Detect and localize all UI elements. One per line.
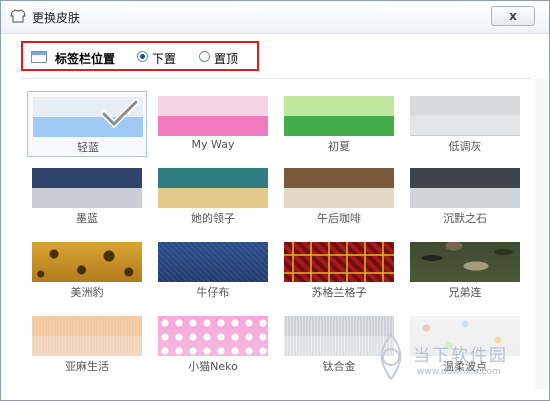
tab-position-group: 标签栏位置 下置 置顶	[21, 41, 259, 71]
skin-label: 低调灰	[448, 140, 482, 153]
linen-swatch	[32, 316, 142, 356]
skin-linen-life[interactable]: 亚麻生活	[27, 311, 147, 377]
skin-low-gray[interactable]: 低调灰	[405, 91, 525, 157]
skin-label: 轻蓝	[77, 141, 99, 154]
tab-position-label: 标签栏位置	[55, 52, 116, 66]
title-bar: 更换皮肤 x	[1, 1, 549, 34]
skin-tartan[interactable]: 苏格兰格子	[279, 237, 399, 303]
skin-leopard[interactable]: 美洲豹	[27, 237, 147, 303]
skin-silent-stone[interactable]: 沉默之石	[405, 163, 525, 229]
skin-label: 初夏	[328, 140, 350, 153]
gray-swatch	[410, 96, 520, 136]
skin-label: 苏格兰格子	[311, 286, 367, 299]
camo-swatch	[410, 242, 520, 282]
skin-label: 墨蓝	[76, 212, 98, 225]
watermark: 当下软件园 www.downxia.com	[373, 333, 543, 393]
skin-early-summer[interactable]: 初夏	[279, 91, 399, 157]
tartan-swatch	[284, 242, 394, 282]
tab-bar-icon	[31, 51, 47, 63]
skin-label: 牛仔布	[196, 286, 230, 299]
radio-top-label[interactable]: 置顶	[214, 50, 238, 67]
radio-top[interactable]	[199, 51, 210, 62]
skin-label: 兄弟连	[448, 286, 482, 299]
radio-bottom-label[interactable]: 下置	[152, 50, 176, 67]
skin-label: 亚麻生活	[65, 360, 109, 373]
navy-swatch	[32, 168, 142, 208]
teal-gold-swatch	[158, 168, 268, 208]
skin-label: My Way	[191, 138, 235, 151]
watermark-url: www.downxia.com	[417, 367, 501, 377]
skin-her-collar[interactable]: 她的领子	[153, 163, 273, 229]
cat-pattern-swatch	[158, 316, 268, 356]
skin-label: 她的领子	[191, 212, 235, 225]
skin-neko[interactable]: 小猫Neko	[153, 311, 273, 377]
radio-bottom[interactable]	[137, 51, 148, 62]
skin-afternoon-coffee[interactable]: 午后咖啡	[279, 163, 399, 229]
watermark-text: 当下软件园	[413, 346, 508, 366]
leopard-swatch	[32, 242, 142, 282]
close-button[interactable]: x	[491, 6, 535, 26]
divider	[21, 78, 531, 79]
skin-label: 沉默之石	[443, 212, 487, 225]
pink-swatch	[158, 96, 268, 136]
close-icon[interactable]: x	[509, 9, 517, 23]
skin-light-blue[interactable]: 轻蓝	[27, 91, 147, 157]
skin-band-of-brothers[interactable]: 兄弟连	[405, 237, 525, 303]
watermark-logo	[380, 333, 402, 381]
coffee-swatch	[284, 168, 394, 208]
check-icon	[101, 99, 139, 128]
skin-dialog: 更换皮肤 x 标签栏位置 下置 置顶 轻蓝 My Way 初夏 低调灰 墨蓝 她…	[0, 0, 550, 401]
shirt-icon	[10, 9, 26, 23]
skin-denim[interactable]: 牛仔布	[153, 237, 273, 303]
window-title: 更换皮肤	[32, 11, 81, 25]
skin-label: 美洲豹	[70, 286, 104, 299]
stone-swatch	[410, 168, 520, 208]
skin-ink-blue[interactable]: 墨蓝	[27, 163, 147, 229]
denim-swatch	[158, 242, 268, 282]
skin-label: 小猫Neko	[188, 360, 238, 373]
skin-label: 午后咖啡	[317, 212, 361, 225]
skin-my-way[interactable]: My Way	[153, 91, 273, 157]
green-swatch	[284, 96, 394, 136]
